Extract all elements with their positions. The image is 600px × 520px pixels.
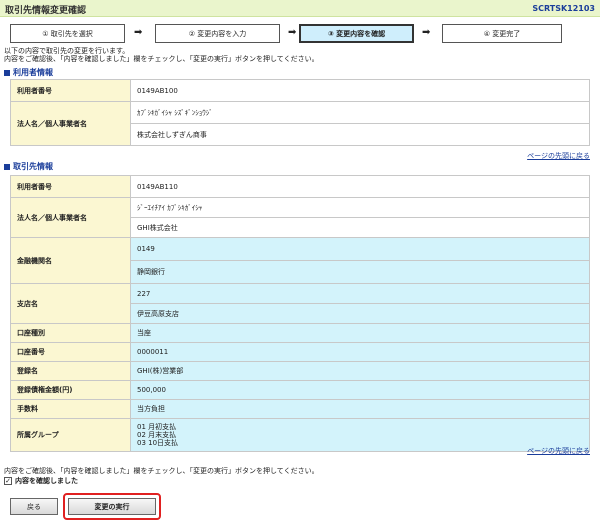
partner-user-no-value: 0149AB110 <box>130 175 590 198</box>
branch-code: 227 <box>130 283 590 304</box>
partner-name-label: 法人名／個人事業者名 <box>10 197 131 238</box>
partner-name-kanji: GHI株式会社 <box>130 217 590 238</box>
account-type-value: 当座 <box>130 323 590 343</box>
branch-name: 伊豆高原支店 <box>130 303 590 324</box>
intro-line-1: 以下の内容で取引先の変更を行います。 <box>4 47 130 55</box>
step-indicator: ① 取引先を選択 ➡ ② 変更内容を入力 ➡ ③ 変更内容を確認 ➡ ④ 変更完… <box>10 24 590 44</box>
fee-label: 手数料 <box>10 399 131 419</box>
account-no-value: 0000011 <box>130 342 590 362</box>
account-no-label: 口座番号 <box>10 342 131 362</box>
confirm-checkbox-row[interactable]: ✓ 内容を確認しました <box>4 476 78 486</box>
step-arrow-icon: ➡ <box>422 27 431 38</box>
user-name-kanji: 株式会社しずぎん商事 <box>130 123 590 146</box>
user-info-table: 利用者番号 0149AB100 法人名／個人事業者名 ｶﾌﾞｼｷｶﾞｲｼｬ ｼｽ… <box>10 79 590 146</box>
group-values: 01 月初支払 02 月末支払 03 10日支払 <box>130 418 590 452</box>
step-3-current: ③ 変更内容を確認 <box>299 24 414 43</box>
intro-line-2: 内容をご確認後、「内容を確認しました」欄をチェックし、「変更の実行」ボタンを押し… <box>4 55 319 63</box>
partner-info-table: 利用者番号 0149AB110 法人名／個人事業者名 ｼﾞｰｴｲﾁｱｲ ｶﾌﾞｼ… <box>10 175 590 452</box>
amount-value: 500,000 <box>130 380 590 400</box>
user-no-value: 0149AB100 <box>130 79 590 102</box>
step-arrow-icon: ➡ <box>134 27 143 38</box>
screen-code: SCRTSK12103 <box>532 4 595 13</box>
execute-change-button[interactable]: 変更の実行 <box>68 498 156 515</box>
title-bar: 取引先情報変更確認 SCRTSK12103 <box>0 0 600 17</box>
bank-name: 静岡銀行 <box>130 260 590 284</box>
back-to-top-link[interactable]: ページの先頭に戻る <box>527 446 590 456</box>
user-info-heading: 利用者情報 <box>4 67 53 78</box>
group-label: 所属グループ <box>10 418 131 452</box>
back-button[interactable]: 戻る <box>10 498 58 515</box>
step-1: ① 取引先を選択 <box>10 24 125 43</box>
group-item: 03 10日支払 <box>137 439 179 447</box>
account-type-label: 口座種別 <box>10 323 131 343</box>
group-item: 02 月末支払 <box>137 431 177 439</box>
bank-label: 金融機関名 <box>10 237 131 284</box>
step-4: ④ 変更完了 <box>442 24 562 43</box>
branch-label: 支店名 <box>10 283 131 324</box>
intro-text: 以下の内容で取引先の変更を行います。 内容をご確認後、「内容を確認しました」欄を… <box>4 47 319 63</box>
user-name-kana: ｶﾌﾞｼｷｶﾞｲｼｬ ｼｽﾞｷﾞﾝｼｮｳｼﾞ <box>130 101 590 124</box>
fee-value: 当方負担 <box>130 399 590 419</box>
amount-label: 登録債権金額(円) <box>10 380 131 400</box>
step-arrow-icon: ➡ <box>288 27 297 38</box>
bank-code: 0149 <box>130 237 590 261</box>
section-square-icon <box>4 163 10 170</box>
partner-name-kana: ｼﾞｰｴｲﾁｱｲ ｶﾌﾞｼｷｶﾞｲｼｬ <box>130 197 590 218</box>
partner-user-no-label: 利用者番号 <box>10 175 131 198</box>
section-square-icon <box>4 69 10 76</box>
confirm-label[interactable]: 内容を確認しました <box>15 476 78 486</box>
page-title: 取引先情報変更確認 <box>5 6 87 16</box>
confirm-checkbox[interactable]: ✓ <box>4 477 12 485</box>
user-name-label: 法人名／個人事業者名 <box>10 101 131 146</box>
registered-name-value: GHI(株)営業部 <box>130 361 590 381</box>
group-item: 01 月初支払 <box>137 423 177 431</box>
confirm-instruction: 内容をご確認後、「内容を確認しました」欄をチェックし、「変更の実行」ボタンを押し… <box>4 467 319 475</box>
back-to-top-link[interactable]: ページの先頭に戻る <box>527 151 590 161</box>
step-2: ② 変更内容を入力 <box>155 24 280 43</box>
registered-name-label: 登録名 <box>10 361 131 381</box>
user-no-label: 利用者番号 <box>10 79 131 102</box>
partner-info-heading: 取引先情報 <box>4 161 53 172</box>
